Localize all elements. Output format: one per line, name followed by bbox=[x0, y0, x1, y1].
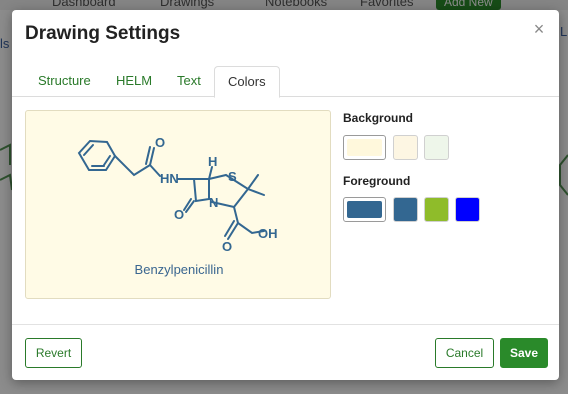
background-label: Background bbox=[343, 111, 414, 125]
background-swatch-3[interactable] bbox=[424, 135, 449, 160]
background-swatch-1[interactable] bbox=[343, 135, 386, 160]
atom-oxygen-2: O bbox=[174, 207, 184, 222]
tab-helm[interactable]: HELM bbox=[103, 66, 165, 98]
revert-button[interactable]: Revert bbox=[25, 338, 82, 368]
dialog-title: Drawing Settings bbox=[25, 23, 181, 44]
atom-h: H bbox=[208, 154, 217, 169]
atom-nh: HN bbox=[160, 171, 179, 186]
tab-text[interactable]: Text bbox=[164, 66, 214, 98]
atom-oxygen-1: O bbox=[155, 135, 165, 150]
foreground-swatch-2[interactable] bbox=[393, 197, 418, 222]
background-swatch-2[interactable] bbox=[393, 135, 418, 160]
atom-nitrogen: N bbox=[209, 195, 218, 210]
atom-hydroxyl: OH bbox=[258, 226, 278, 241]
foreground-swatch-4[interactable] bbox=[455, 197, 480, 222]
atom-sulfur: S bbox=[228, 169, 237, 184]
close-icon[interactable]: × bbox=[529, 19, 549, 39]
atom-oxygen-3: O bbox=[222, 239, 232, 254]
foreground-swatch-1-fill bbox=[347, 201, 382, 218]
background-swatch-1-fill bbox=[347, 139, 382, 156]
cancel-button[interactable]: Cancel bbox=[435, 338, 494, 368]
molecule-structure: O HN H S N O O OH bbox=[77, 135, 278, 254]
settings-tabs: Structure HELM Text Colors bbox=[12, 62, 559, 98]
drawing-settings-dialog: Drawing Settings × Structure HELM Text C… bbox=[12, 10, 559, 380]
drawing-preview: O HN H S N O O OH Benzylpenicillin bbox=[25, 110, 331, 299]
tab-colors[interactable]: Colors bbox=[214, 66, 280, 98]
tab-structure[interactable]: Structure bbox=[25, 66, 104, 98]
foreground-swatch-3[interactable] bbox=[424, 197, 449, 222]
save-button[interactable]: Save bbox=[500, 338, 548, 368]
molecule-name: Benzylpenicillin bbox=[134, 262, 224, 277]
foreground-swatch-1[interactable] bbox=[343, 197, 386, 222]
footer-divider bbox=[12, 324, 559, 325]
foreground-label: Foreground bbox=[343, 174, 411, 188]
